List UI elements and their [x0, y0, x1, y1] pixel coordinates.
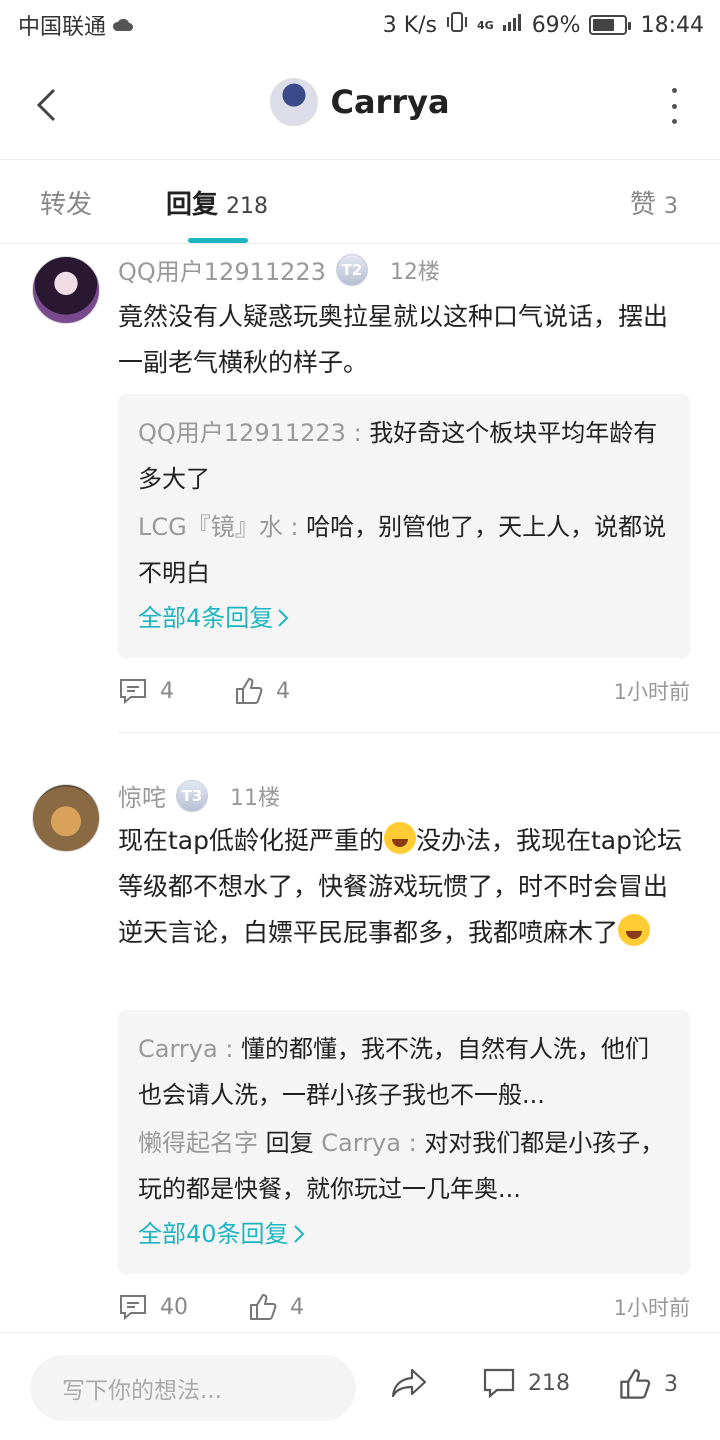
divider: [118, 732, 720, 733]
sub-reply[interactable]: LCG『镜』水 : 哈哈，别管他了，天上人，说都说不明白: [138, 504, 670, 596]
username[interactable]: QQ用户12911223: [118, 252, 326, 287]
laughing-crying-emoji-icon: [618, 914, 651, 946]
floor-number: 11楼: [230, 785, 280, 811]
like-count: 4: [290, 1294, 304, 1320]
author-avatar[interactable]: [270, 78, 319, 126]
comment-icon: [120, 679, 146, 705]
header: Carrya: [0, 50, 720, 160]
tab-count: 3: [664, 194, 679, 219]
level-badge-icon: T2: [335, 253, 368, 286]
sub-reply[interactable]: QQ用户12911223 : 我好奇这个板块平均年龄有多大了: [138, 410, 670, 502]
tab-label: 赞: [630, 190, 657, 220]
all-replies-link[interactable]: 全部40条回复: [138, 1212, 305, 1256]
reply-body: 竟然没有人疑惑玩奥拉星就以这种口气说话，摆出一副老气横秋的样子。: [118, 302, 669, 377]
reply-body: 现在tap低龄化挺严重的 没办法，我现在tap论坛等级都不想水了，快餐游戏玩惯了，…: [118, 818, 688, 956]
laughing-crying-emoji-icon: [384, 822, 416, 854]
comment-count: 4: [160, 678, 174, 704]
sub-reply[interactable]: Carrya : 懂的都懂，我不洗，自然有人洗，他们也会请人洗，一群小孩子我也不…: [138, 1026, 670, 1118]
chevron-right-icon: [278, 609, 289, 627]
like-button[interactable]: 4: [248, 1292, 304, 1322]
carrier-label: 中国联通: [18, 15, 107, 40]
sub-reply-author[interactable]: QQ用户12911223: [138, 419, 346, 447]
share-arrow-icon: [391, 1368, 427, 1398]
comment-button[interactable]: 4: [118, 677, 174, 705]
battery-icon: [588, 15, 631, 35]
comment-count: 40: [160, 1294, 188, 1320]
level-badge-icon: T3: [176, 779, 208, 812]
chevron-right-icon: [293, 1225, 304, 1243]
vibrate-icon: [445, 11, 469, 39]
thumbs-up-icon: [250, 1294, 277, 1320]
signal-4g-label: 4G: [477, 18, 494, 32]
reply-feed[interactable]: QQ用户12911223 T2 12楼 竟然没有人疑惑玩奥拉星就以这种口气说话，…: [0, 244, 720, 1332]
like-button[interactable]: 3: [618, 1367, 678, 1401]
comments-button[interactable]: 218: [482, 1367, 570, 1399]
user-avatar[interactable]: [32, 256, 100, 324]
more-dot-icon: [671, 103, 677, 109]
all-replies-label: 全部4条回复: [138, 604, 274, 632]
sub-reply-author[interactable]: 懒得起名字: [138, 1129, 258, 1157]
reply-word: 回复: [265, 1129, 314, 1157]
tab-repost[interactable]: 转发: [40, 184, 92, 221]
username[interactable]: 惊咤: [118, 778, 166, 813]
network-speed: 3 K/s: [382, 12, 437, 38]
tab-replies[interactable]: 回复 218: [166, 184, 268, 221]
signal-icon: [502, 12, 524, 38]
all-replies-label: 全部40条回复: [138, 1220, 289, 1248]
tab-label: 回复: [166, 190, 219, 220]
cloud-icon: [112, 13, 134, 38]
all-replies-link[interactable]: 全部4条回复: [138, 596, 289, 640]
active-tab-indicator: [188, 238, 248, 243]
sub-replies[interactable]: Carrya : 懂的都懂，我不洗，自然有人洗，他们也会请人洗，一群小孩子我也不…: [118, 1010, 690, 1274]
floor-number: 12楼: [389, 259, 440, 285]
tab-likes[interactable]: 赞 3: [630, 184, 678, 221]
clock: 18:44: [640, 12, 704, 38]
comment-input[interactable]: 写下你的想法...: [30, 1355, 356, 1421]
battery-percent: 69%: [531, 12, 581, 38]
reply-text: 现在tap低龄化挺严重的: [118, 826, 384, 855]
thumbs-up-icon: [620, 1369, 651, 1399]
thumbs-up-icon: [236, 678, 263, 704]
more-options-button[interactable]: [664, 88, 684, 124]
tab-label: 转发: [40, 190, 93, 220]
comment-button[interactable]: 40: [118, 1293, 188, 1321]
comment-icon: [120, 1295, 146, 1321]
sub-reply-author[interactable]: LCG『镜』水: [138, 513, 283, 541]
reply-actions: 40 4 1小时前: [118, 1292, 690, 1322]
like-button[interactable]: 4: [234, 676, 290, 706]
sub-reply-author[interactable]: Carrya: [138, 1035, 218, 1063]
reply-actions: 4 4 1小时前: [118, 676, 690, 706]
share-button[interactable]: [390, 1367, 428, 1399]
like-count: 3: [664, 1371, 678, 1397]
comment-count: 218: [528, 1370, 570, 1396]
more-dot-icon: [671, 88, 677, 93]
comment-icon: [483, 1368, 515, 1399]
bottom-action-bar: 写下你的想法... 218 3: [0, 1332, 720, 1440]
like-count: 4: [276, 678, 290, 704]
reply-target[interactable]: Carrya: [321, 1129, 401, 1157]
more-dot-icon: [671, 119, 677, 124]
sub-reply[interactable]: 懒得起名字 回复 Carrya : 对对我们都是小孩子，玩的都是快餐，就你玩过一…: [138, 1120, 670, 1212]
tab-bar: 转发 回复 218 赞 3: [0, 160, 720, 244]
timestamp: 1小时前: [613, 1296, 690, 1320]
status-bar: 中国联通 3 K/s 4G 69% 18:44: [0, 0, 720, 50]
page-title: Carrya: [330, 83, 450, 121]
tab-count: 218: [226, 194, 269, 219]
sub-replies[interactable]: QQ用户12911223 : 我好奇这个板块平均年龄有多大了 LCG『镜』水 :…: [118, 394, 690, 658]
user-avatar[interactable]: [32, 784, 100, 852]
timestamp: 1小时前: [613, 680, 690, 704]
